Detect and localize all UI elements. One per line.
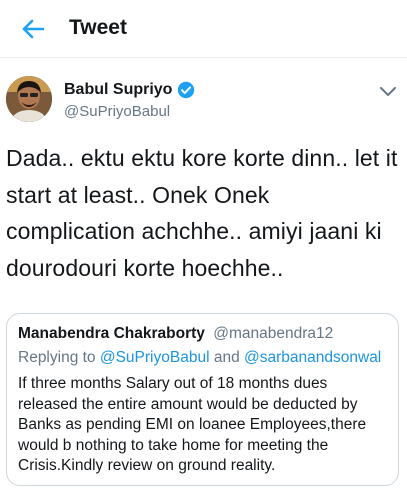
mention-link[interactable]: @sarbanandsonwal <box>244 349 381 366</box>
replying-prefix: Replying to <box>18 349 96 366</box>
back-arrow-icon <box>22 19 44 39</box>
quoted-tweet-text: If three months Salary out of 18 months … <box>18 375 367 474</box>
tweet-text: Dada.. ektu ektu kore korte dinn.. let i… <box>6 145 398 281</box>
author-name-text: Babul Supriyo <box>64 81 173 98</box>
tweet-author-handle[interactable]: @SuPriyoBabul <box>64 102 170 122</box>
quoted-author: Manabendra Chakraborty @manabendra12 <box>18 324 333 344</box>
top-bar: Tweet <box>0 0 407 58</box>
back-button[interactable] <box>18 14 48 44</box>
verified-badge-icon <box>177 81 195 99</box>
chevron-down-icon <box>380 87 396 96</box>
quoted-author-handle: @manabendra12 <box>213 325 334 342</box>
tweet-author-name[interactable]: Babul Supriyo <box>64 80 195 100</box>
tweet-menu-button[interactable] <box>377 83 399 101</box>
avatar-image <box>6 76 52 122</box>
quoted-tweet[interactable]: Manabendra Chakraborty @manabendra12 Rep… <box>6 313 399 486</box>
page-title: Tweet <box>69 16 127 39</box>
avatar[interactable] <box>6 76 52 122</box>
quoted-author-name: Manabendra Chakraborty <box>18 325 205 342</box>
replying-to: Replying to @SuPriyoBabul and @sarbanand… <box>18 348 381 368</box>
mention-link[interactable]: @SuPriyoBabul <box>100 349 210 366</box>
replying-and: and <box>213 349 240 366</box>
